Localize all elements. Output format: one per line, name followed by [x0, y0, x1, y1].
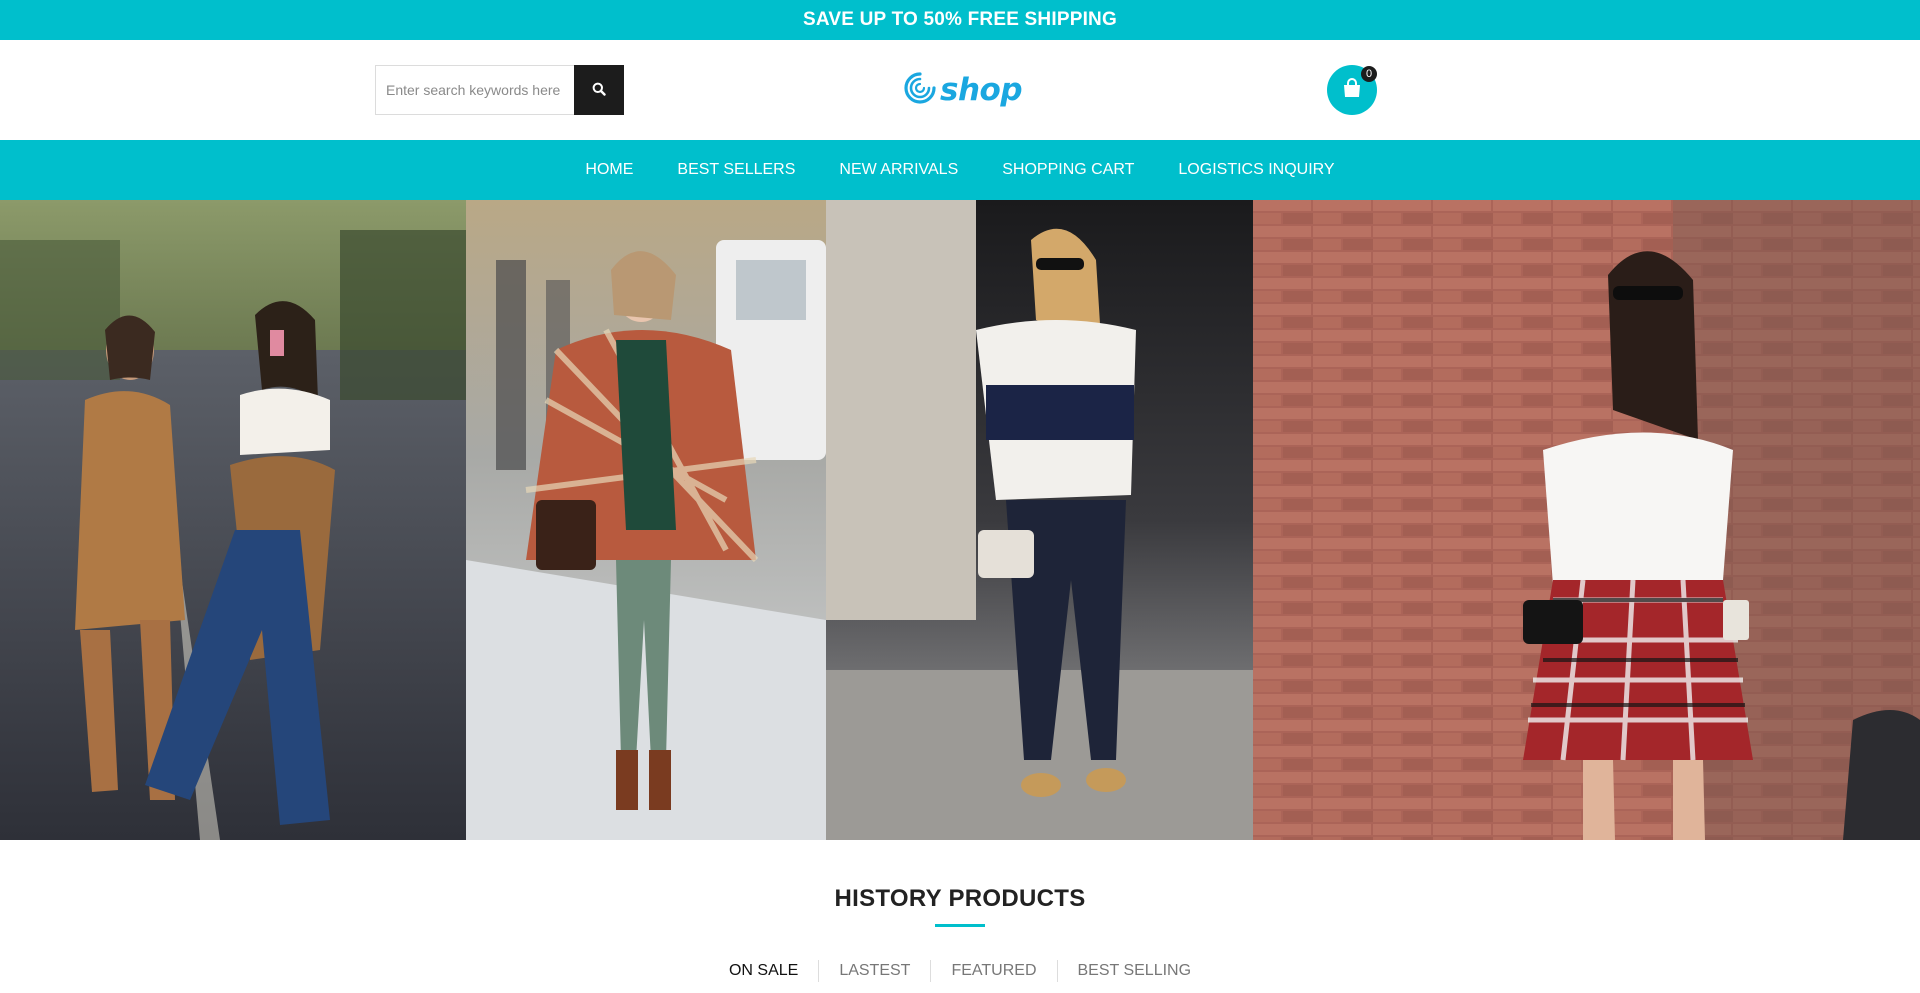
- promo-banner: SAVE UP TO 50% FREE SHIPPING: [0, 0, 1920, 40]
- cart-count-badge: 0: [1361, 66, 1377, 82]
- site-header: shop 0: [0, 40, 1920, 140]
- product-tabs: ON SALE LASTEST FEATURED BEST SELLING: [0, 958, 1920, 984]
- shopping-bag-icon: [1341, 77, 1363, 104]
- banner-image-striped-tee-jeans[interactable]: [826, 200, 1253, 840]
- tab-best-selling[interactable]: BEST SELLING: [1058, 960, 1212, 982]
- section-title: HISTORY PRODUCTS: [834, 885, 1086, 912]
- hero-banner[interactable]: [0, 200, 1920, 840]
- banner-image-plaid-poncho[interactable]: [466, 200, 826, 840]
- title-underline: [935, 924, 985, 927]
- site-logo[interactable]: shop: [902, 70, 1023, 111]
- main-nav: HOME BEST SELLERS NEW ARRIVALS SHOPPING …: [0, 140, 1920, 200]
- tab-lastest[interactable]: LASTEST: [819, 960, 930, 982]
- tab-featured[interactable]: FEATURED: [931, 960, 1056, 982]
- search-icon: [592, 82, 606, 99]
- swirl-logo-icon: [902, 70, 938, 111]
- nav-item-logistics-inquiry[interactable]: LOGISTICS INQUIRY: [1156, 140, 1356, 200]
- search-button[interactable]: [574, 65, 624, 115]
- nav-item-new-arrivals[interactable]: NEW ARRIVALS: [817, 140, 980, 200]
- tab-on-sale[interactable]: ON SALE: [709, 960, 818, 982]
- search-input[interactable]: [375, 65, 575, 115]
- cart-button[interactable]: 0: [1327, 65, 1377, 115]
- banner-image-plaid-skirt-coffee[interactable]: [1253, 200, 1920, 840]
- banner-image-street-style-duo[interactable]: [0, 200, 466, 840]
- nav-item-home[interactable]: HOME: [563, 140, 655, 200]
- nav-item-best-sellers[interactable]: BEST SELLERS: [655, 140, 817, 200]
- logo-text: shop: [940, 72, 1023, 108]
- search-form: [375, 65, 624, 115]
- nav-item-shopping-cart[interactable]: SHOPPING CART: [980, 140, 1156, 200]
- promo-text: SAVE UP TO 50% FREE SHIPPING: [803, 9, 1117, 30]
